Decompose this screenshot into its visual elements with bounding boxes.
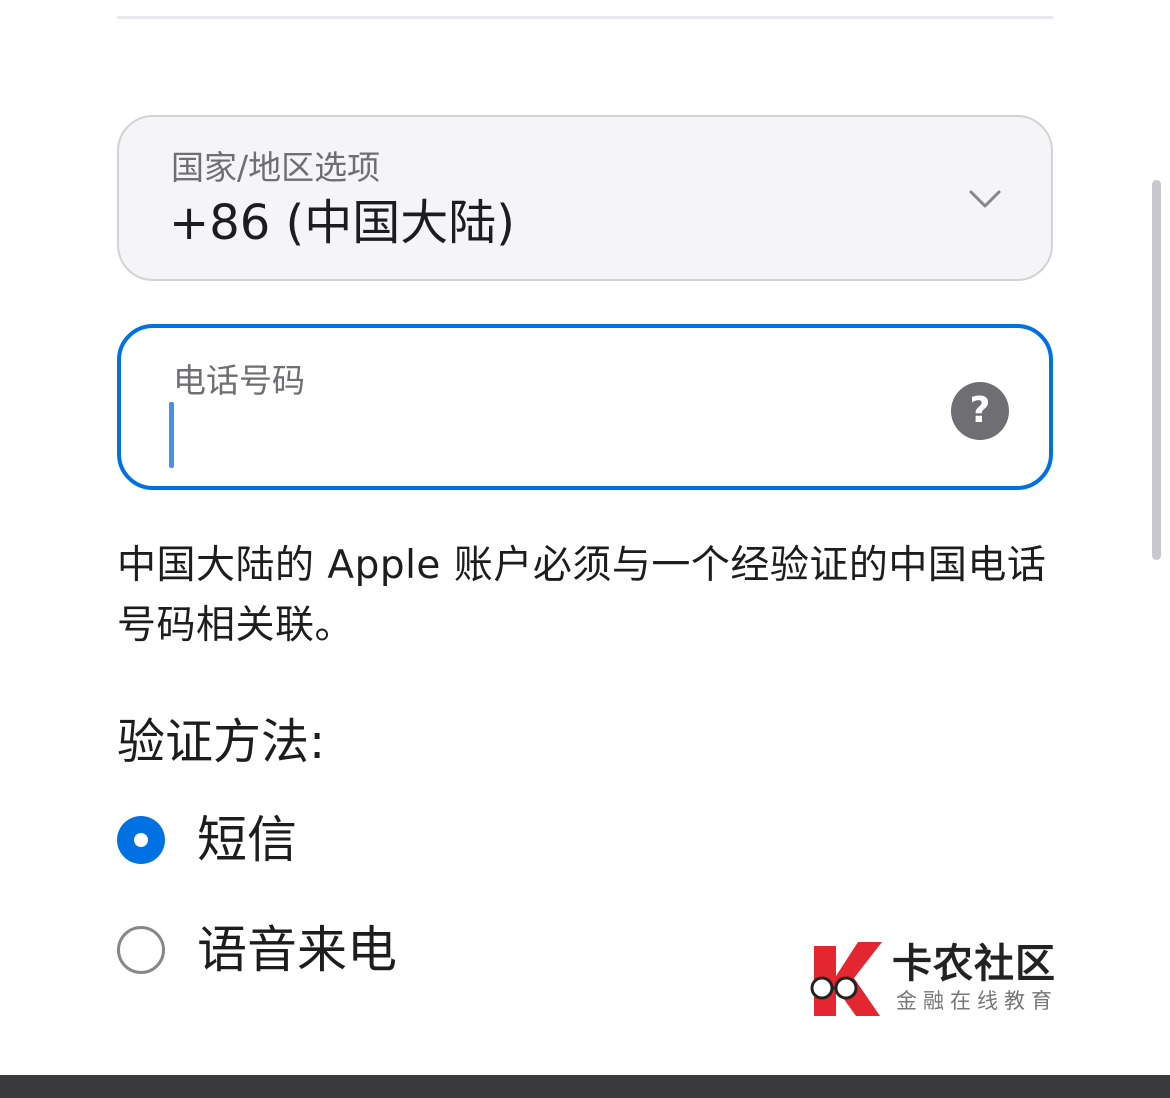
- bottom-bar: [0, 1075, 1170, 1098]
- country-region-label: 国家/地区选项: [171, 148, 381, 187]
- verification-option-voice-call-label: 语音来电: [197, 921, 397, 979]
- verification-option-sms-label: 短信: [197, 811, 297, 869]
- watermark: 卡农社区 金融在线教育: [806, 936, 1076, 1024]
- verification-method-heading: 验证方法:: [117, 714, 326, 770]
- watermark-logo-icon: [810, 942, 882, 1016]
- phone-requirement-note: 中国大陆的 Apple 账户必须与一个经验证的中国电话号码相关联。: [117, 543, 1047, 648]
- radio-unselected-icon[interactable]: [117, 926, 165, 974]
- country-region-select[interactable]: 国家/地区选项 +86 (中国大陆): [117, 115, 1053, 281]
- text-cursor: [169, 402, 174, 468]
- watermark-title: 卡农社区: [892, 941, 1056, 987]
- radio-selected-icon[interactable]: [117, 816, 165, 864]
- scrollbar-thumb[interactable]: [1152, 180, 1161, 560]
- top-divider: [117, 16, 1053, 19]
- watermark-subtitle: 金融在线教育: [896, 989, 1058, 1013]
- country-region-value: +86 (中国大陆): [169, 195, 516, 251]
- phone-number-field[interactable]: 电话号码 ?: [117, 324, 1053, 490]
- phone-number-label: 电话号码: [173, 361, 305, 400]
- question-mark-icon[interactable]: ?: [951, 382, 1009, 440]
- chevron-down-icon[interactable]: [965, 179, 1005, 219]
